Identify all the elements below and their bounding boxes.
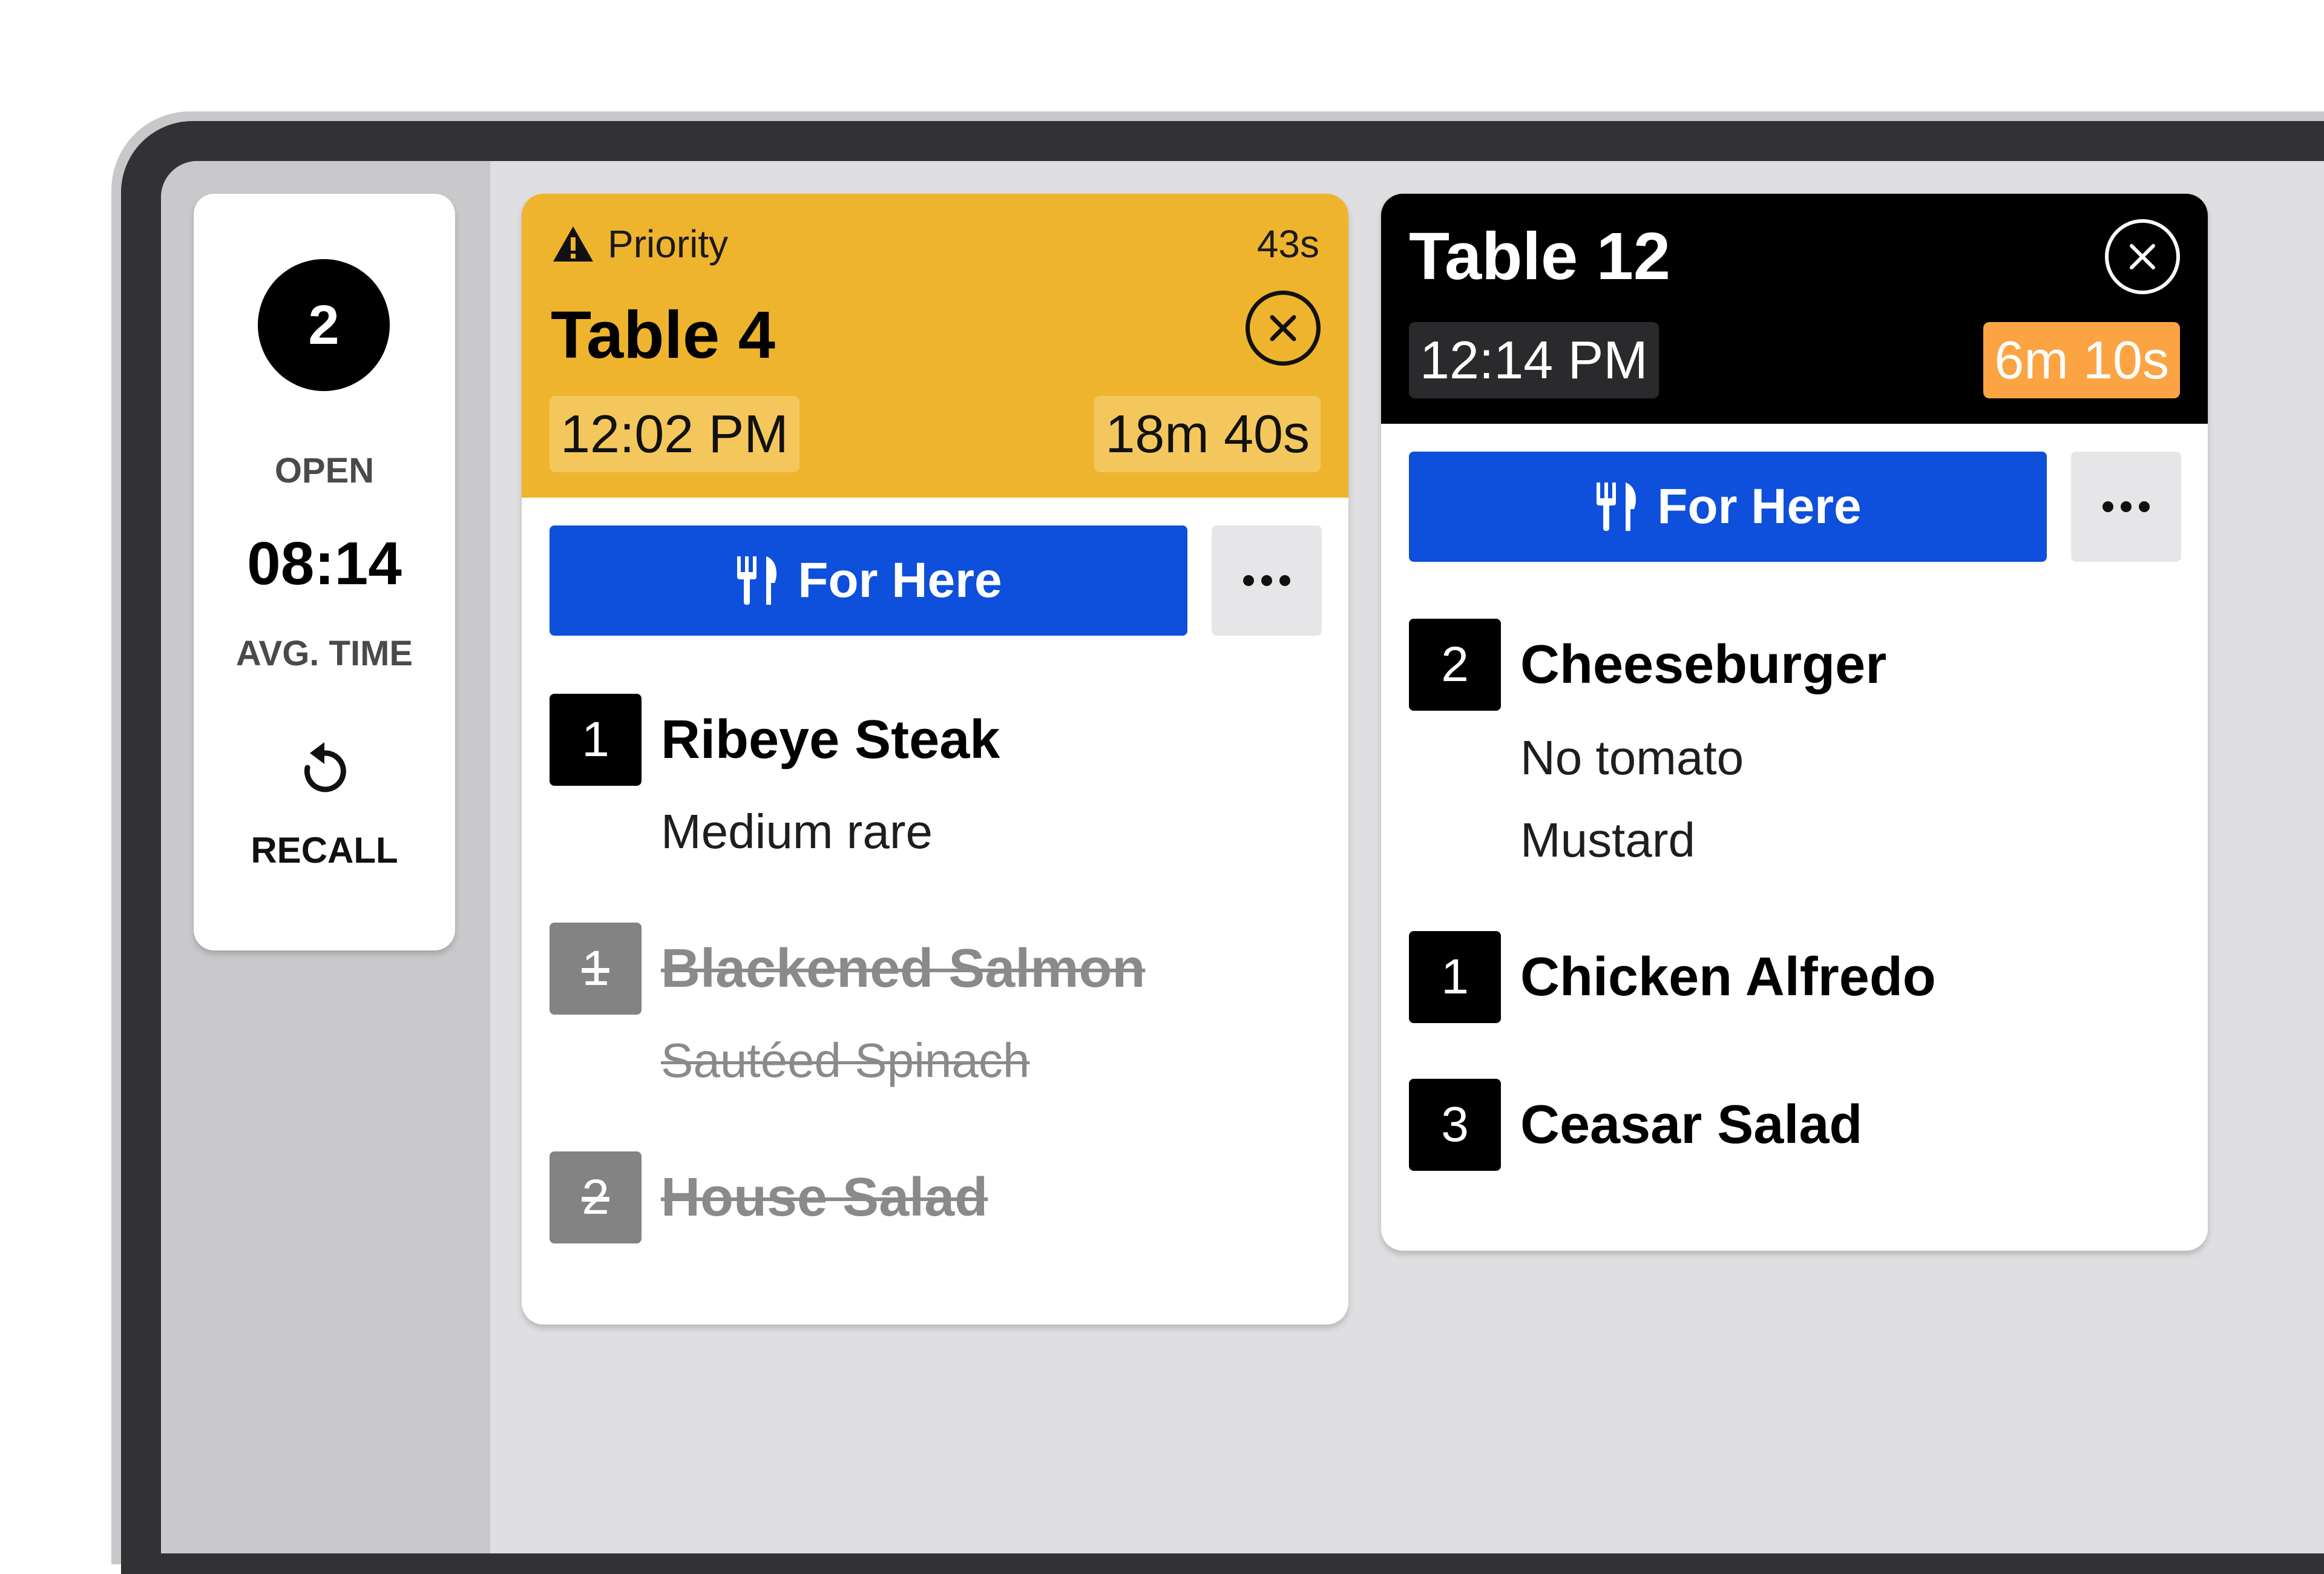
item-name: Blackened Salmon (661, 938, 1146, 999)
dining-option-label: For Here (1657, 479, 1862, 534)
item-modifier: Sautéed Spinach (661, 1033, 1030, 1087)
item-modifier: Mustard (1520, 813, 1695, 867)
item-name: Ceasar Salad (1520, 1094, 1863, 1155)
more-options-button[interactable] (1212, 525, 1322, 636)
order-time-chip: 12:14 PM (1409, 322, 1659, 398)
item-name: House Salad (661, 1167, 988, 1228)
fork-knife-icon (737, 556, 777, 605)
close-icon (2130, 244, 2155, 269)
item-quantity: 2 (550, 1151, 642, 1243)
avg-time-label: AVG. TIME (235, 634, 413, 673)
for-here-button[interactable]: For Here (1409, 452, 2047, 562)
item-name: Ribeye Steak (661, 709, 1000, 770)
ticket-title: Table 4 (551, 298, 775, 372)
more-dots-icon (2102, 501, 2113, 512)
ticket-header: Table 12 12:14 PM 6m 10s (1381, 194, 2208, 424)
item-name: Chicken Alfredo (1520, 946, 1936, 1007)
fork-knife-icon (1597, 482, 1636, 531)
recall-button[interactable]: RECALL (194, 829, 455, 871)
more-options-button[interactable] (2071, 452, 2181, 562)
priority-indicator: Priority (552, 222, 728, 266)
item-quantity: 1 (1409, 931, 1501, 1023)
elapsed-time-chip: 18m 40s (1094, 396, 1321, 472)
stats-panel: 2 OPEN 08:14 AVG. TIME RECALL (194, 194, 455, 950)
ticket-table-4[interactable]: Priority 43s Table 4 12:02 PM 18m 40s Fo… (522, 194, 1348, 1325)
more-dots-icon (1243, 575, 1254, 586)
close-ticket-button[interactable] (2105, 219, 2180, 294)
order-time-chip: 12:02 PM (550, 396, 799, 472)
item-quantity: 3 (1409, 1079, 1501, 1171)
kds-screen: 2 OPEN 08:14 AVG. TIME RECALL Priority 4… (161, 161, 2324, 1553)
for-here-button[interactable]: For Here (550, 525, 1187, 636)
item-modifier: Medium rare (661, 805, 933, 858)
elapsed-time-chip: 6m 10s (1983, 322, 2180, 398)
ticket-header: Priority 43s Table 4 12:02 PM 18m 40s (522, 194, 1348, 498)
ticket-table-12[interactable]: Table 12 12:14 PM 6m 10s For Here 2 Chee… (1381, 194, 2208, 1251)
avg-time-value: 08:14 (247, 530, 402, 598)
ticket-actions: For Here (1409, 452, 2181, 562)
priority-label: Priority (608, 222, 729, 266)
priority-elapsed: 43s (1256, 222, 1319, 266)
item-modifier: No tomato (1520, 731, 1744, 785)
item-quantity: 1 (550, 923, 642, 1015)
warning-triangle-icon (553, 226, 593, 262)
dining-option-label: For Here (798, 553, 1002, 608)
item-quantity: 2 (1409, 619, 1501, 711)
open-count-badge: 2 (258, 259, 390, 391)
recall-arrow-icon[interactable] (300, 740, 349, 794)
close-icon (1270, 315, 1296, 341)
open-label: OPEN (274, 451, 375, 490)
item-name: Cheeseburger (1520, 634, 1887, 695)
ticket-title: Table 12 (1409, 219, 1671, 294)
close-ticket-button[interactable] (1246, 291, 1321, 366)
item-quantity: 1 (550, 694, 642, 786)
ticket-actions: For Here (550, 525, 1322, 636)
